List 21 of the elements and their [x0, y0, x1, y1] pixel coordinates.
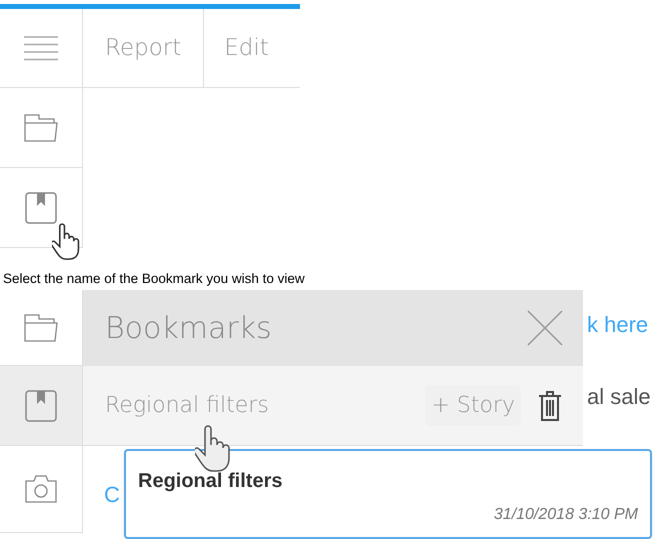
toolbar-tab[interactable]: Report	[83, 9, 204, 87]
add-story-button[interactable]: + Story	[425, 385, 521, 426]
link-text[interactable]: k here	[587, 308, 648, 341]
tooltip-title: Regional filters	[138, 469, 284, 493]
folder-icon[interactable]	[24, 314, 58, 342]
link-text[interactable]: C	[104, 478, 120, 511]
close-icon[interactable]	[527, 310, 563, 346]
toolbar-tab[interactable]: Edit	[204, 9, 289, 87]
menu-icon[interactable]	[24, 35, 58, 61]
panel-title: Bookmarks	[105, 310, 272, 348]
bookmark-icon[interactable]	[25, 390, 57, 422]
folder-icon[interactable]	[24, 114, 58, 142]
body-text: al sale	[587, 383, 651, 411]
bookmark-name-link[interactable]: Regional filters	[105, 389, 426, 422]
sidebar-item[interactable]	[0, 366, 82, 446]
trash-icon[interactable]	[539, 390, 561, 422]
instruction-text: Select the name of the Bookmark you wish to view	[2, 270, 306, 288]
hand-cursor-icon	[52, 222, 80, 262]
tooltip-date: 31/10/2018 3:10 PM	[492, 505, 638, 525]
bookmark-icon[interactable]	[25, 192, 57, 224]
camera-icon[interactable]	[25, 475, 57, 503]
